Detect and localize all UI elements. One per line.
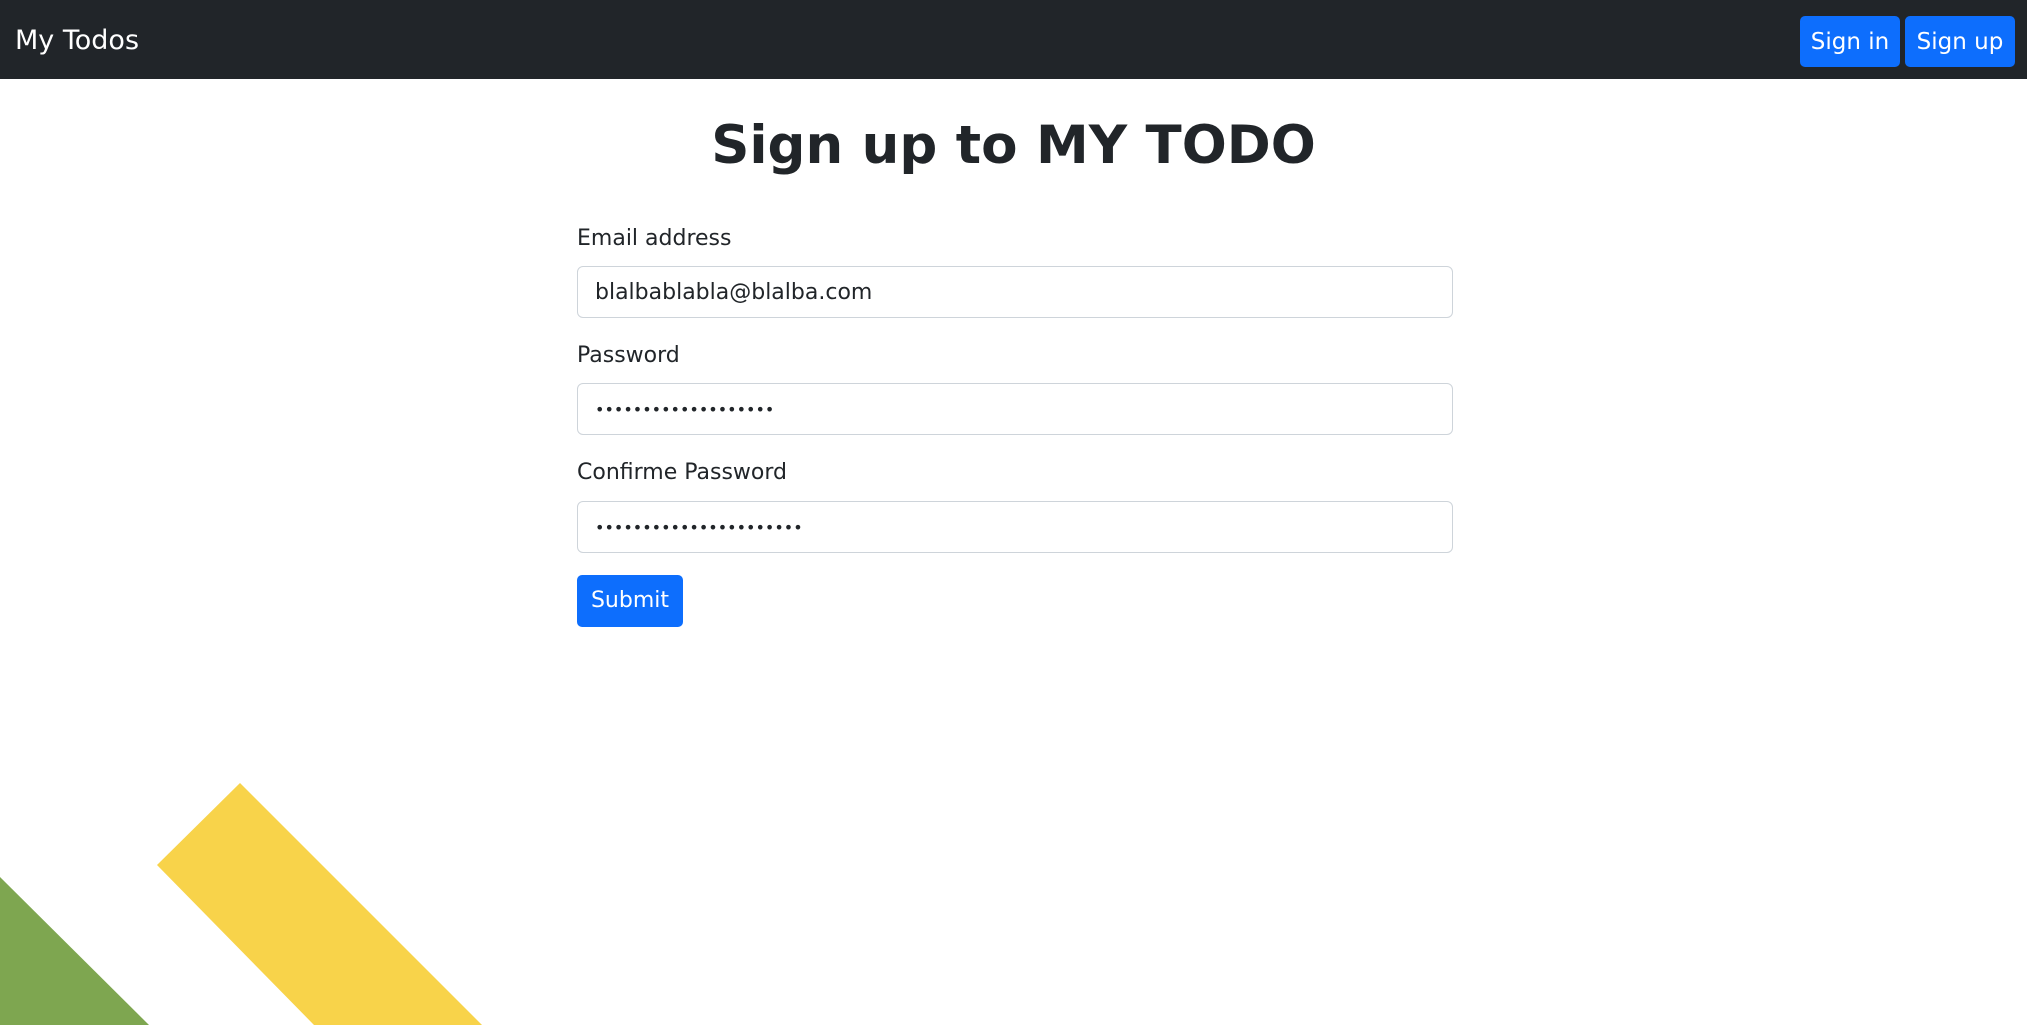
decor-yellow-stripe [157,783,482,1025]
page: My Todos Sign in Sign up Sign up to MY T… [0,0,2027,1025]
decor-green-triangle [0,877,149,1025]
background-decoration [0,783,482,1025]
